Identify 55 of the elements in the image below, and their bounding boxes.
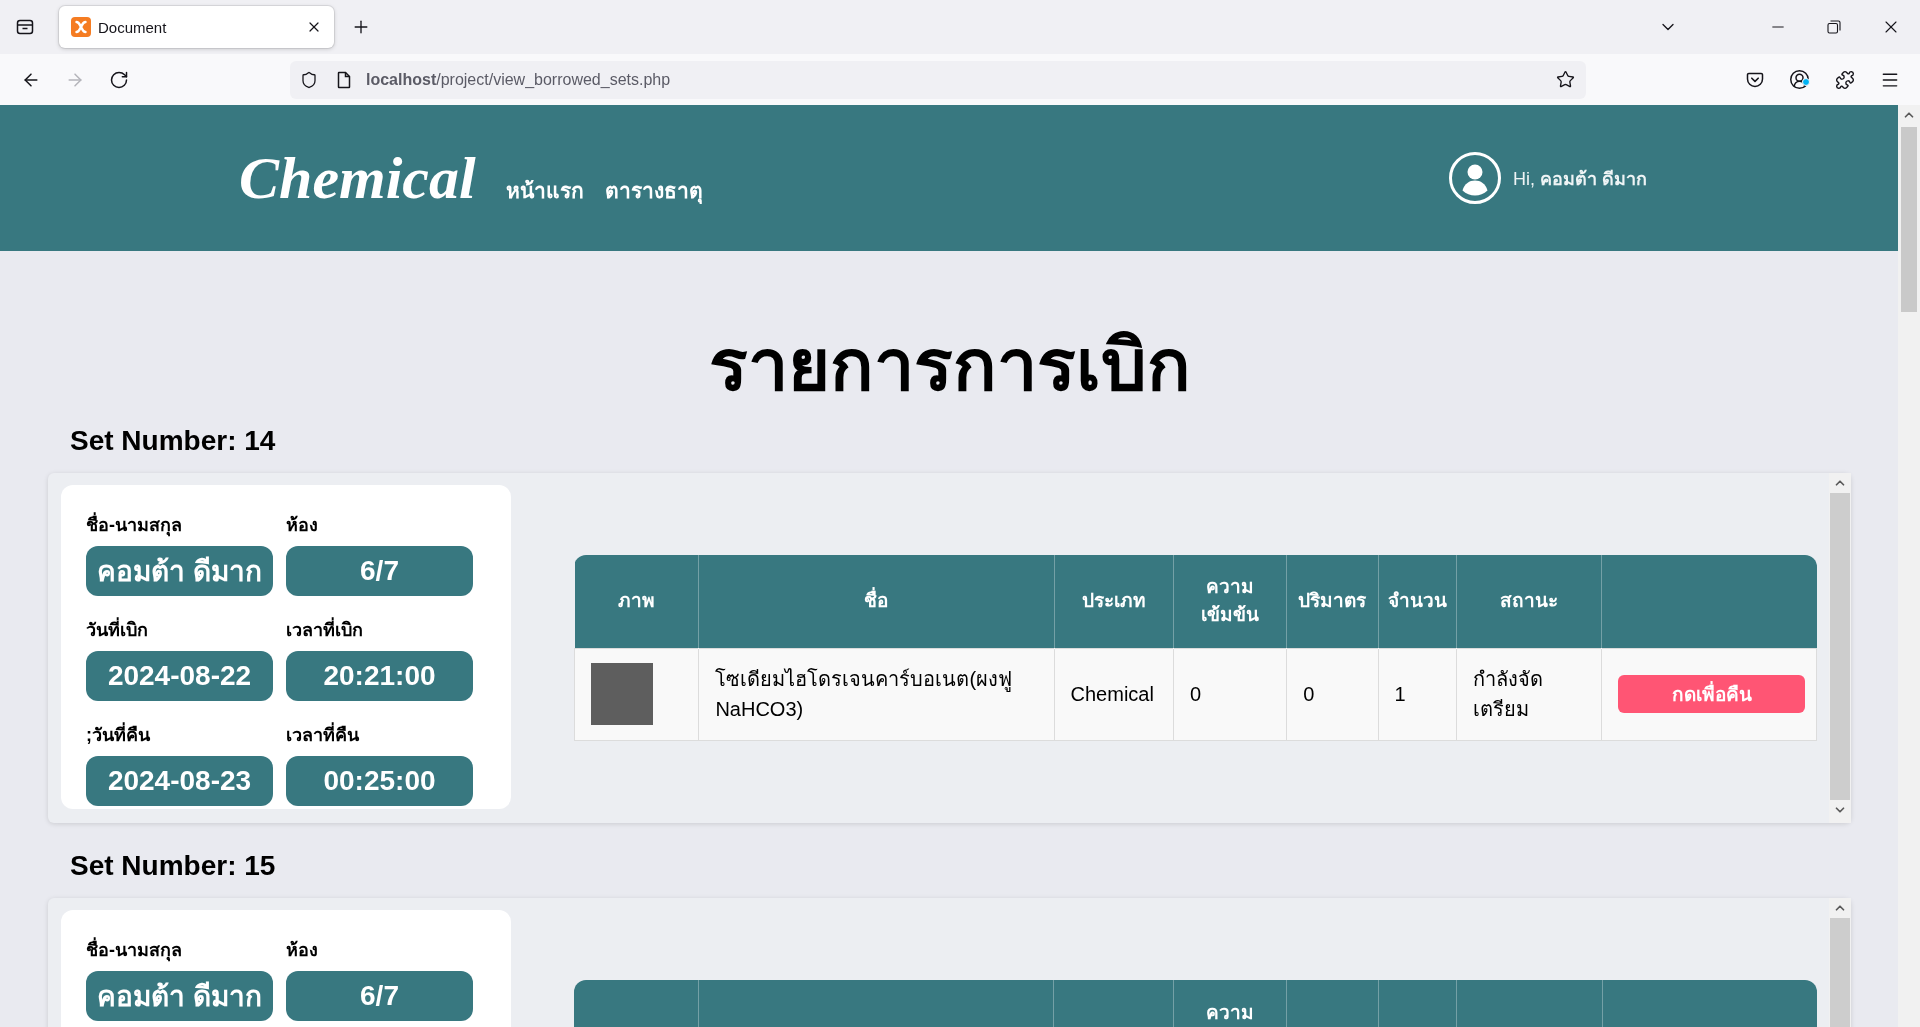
field-label: เวลาที่เบิก: [286, 618, 473, 642]
set-heading: Set Number: 14: [70, 425, 276, 457]
restore-icon[interactable]: [1827, 20, 1841, 34]
field-value: 00:25:00: [286, 756, 473, 806]
scrollbar-thumb[interactable]: [1901, 127, 1917, 312]
url-text[interactable]: localhost/project/view_borrowed_sets.php: [366, 70, 671, 89]
field-label: ชื่อ-นามสกุล: [86, 513, 273, 537]
field-value: 6/7: [286, 971, 473, 1021]
tray-icon[interactable]: [16, 18, 34, 36]
field-value: คอมต้า ดีมาก: [86, 971, 273, 1021]
column-header: ภาพ: [574, 555, 699, 648]
scrollbar[interactable]: [1829, 473, 1851, 823]
field-value: 2024-08-22: [86, 651, 273, 701]
page-scrollbar[interactable]: [1898, 105, 1920, 1027]
nav-link[interactable]: ตารางธาตุ: [604, 173, 703, 207]
page-title: รายการการเบิก: [708, 324, 1191, 407]
field-label: ชื่อ-นามสกุล: [86, 938, 273, 962]
field-label: ;วันที่คืน: [86, 723, 273, 747]
set-heading: Set Number: 15: [70, 850, 276, 882]
reload-icon[interactable]: [109, 69, 129, 90]
page-icon[interactable]: [335, 70, 353, 89]
column-header: ชื่อ: [698, 555, 1055, 648]
table-cell: 0: [1286, 648, 1379, 740]
column-header: จำนวน: [1378, 555, 1457, 648]
return-button[interactable]: กดเพื่อคืน: [1618, 675, 1806, 713]
field-label: เวลาที่คืน: [286, 723, 473, 747]
table-cell: 1: [1378, 648, 1457, 740]
shield-icon[interactable]: [300, 70, 318, 89]
favicon-icon: [71, 17, 91, 37]
table-cell: โซเดียมไฮโดรเจนคาร์บอเนต(ผงฟู NaHCO3): [698, 648, 1055, 740]
column-header: สถานะ: [1456, 555, 1602, 648]
field-label: ห้อง: [286, 939, 319, 962]
column-header: ประเภท: [1054, 555, 1174, 648]
field-label: วันที่เบิก: [86, 618, 273, 642]
table-cell: กำลังจัดเตรียม: [1456, 648, 1602, 740]
field-value: 20:21:00: [286, 651, 473, 701]
column-header: ความ เข้มข้น: [1173, 555, 1287, 648]
star-icon[interactable]: [1556, 70, 1575, 89]
address-bar[interactable]: localhost/project/view_borrowed_sets.php: [290, 60, 1586, 99]
greeting-text: Hi, คอมต้า ดีมาก: [1513, 167, 1647, 191]
table-cell: Chemical: [1054, 648, 1174, 740]
browser-tab[interactable]: Document: [59, 6, 334, 48]
table-cell: 0: [1173, 648, 1287, 740]
column-header: ความ: [1173, 980, 1287, 1027]
field-label: ห้อง: [286, 514, 319, 537]
site-logo[interactable]: Chemical: [239, 143, 476, 213]
puzzle-icon[interactable]: [1834, 69, 1855, 90]
field-value: คอมต้า ดีมาก: [86, 546, 273, 596]
field-value: 6/7: [286, 546, 473, 596]
nav-link[interactable]: หน้าแรก: [505, 173, 584, 207]
column-header: ปริมาตร: [1286, 555, 1379, 648]
pouch-icon[interactable]: [1745, 70, 1764, 89]
scrollbar-thumb[interactable]: [1830, 493, 1850, 800]
field-value: 2024-08-23: [86, 756, 273, 806]
photo-placeholder: [591, 663, 653, 725]
